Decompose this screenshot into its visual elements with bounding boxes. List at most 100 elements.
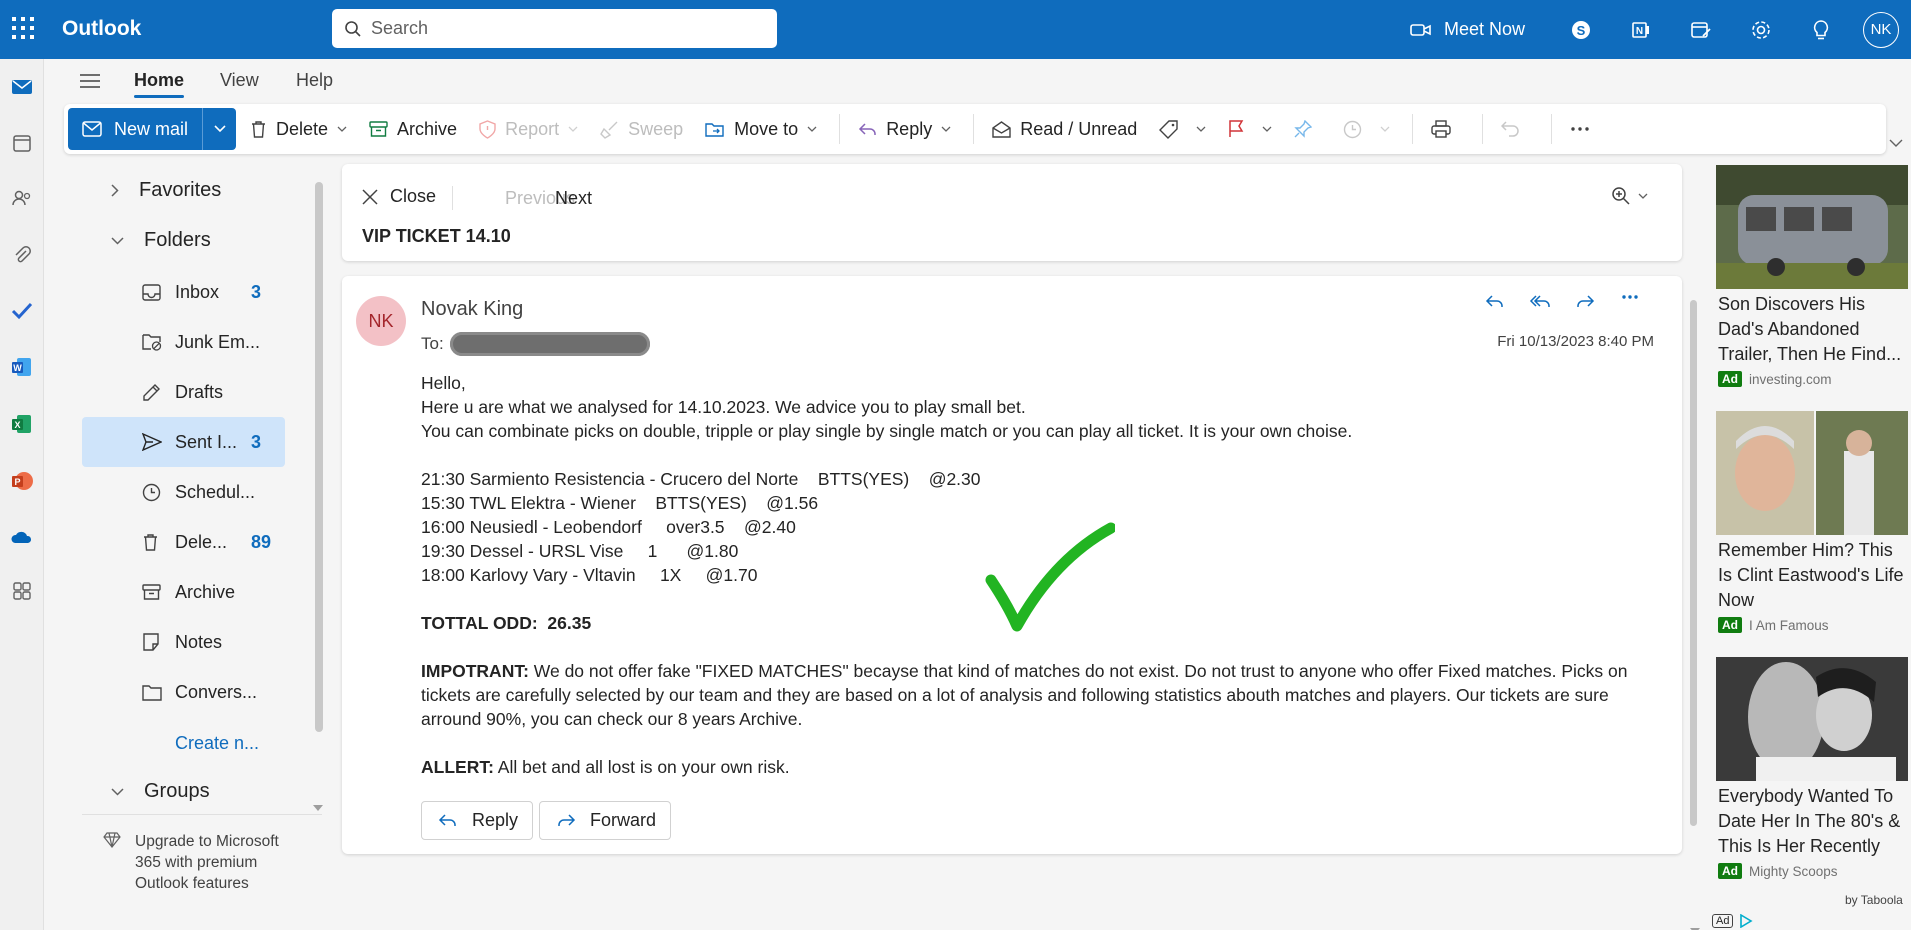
ad-card[interactable]: Everybody Wanted To Date Her In The 80's… — [1716, 657, 1908, 879]
search-input[interactable]: Search — [332, 9, 777, 48]
reply-footer-button[interactable]: Reply — [421, 801, 534, 840]
folder-deleted-items[interactable]: Dele... 89 — [82, 517, 285, 567]
favorites-label: Favorites — [139, 179, 222, 201]
ad-card[interactable]: Son Discovers His Dad's Abandoned Traile… — [1716, 165, 1908, 387]
envelope-icon — [82, 121, 102, 137]
chevron-down-icon — [337, 126, 347, 132]
collapse-ribbon-icon[interactable] — [1889, 133, 1903, 153]
new-mail-dropdown[interactable] — [202, 108, 236, 150]
chevron-down-icon — [1638, 193, 1648, 199]
skype-icon[interactable]: S — [1551, 0, 1611, 59]
lightbulb-icon[interactable] — [1791, 0, 1851, 59]
close-button[interactable]: Close — [362, 186, 436, 207]
attachment-icon[interactable] — [6, 239, 38, 271]
reply-all-icon[interactable] — [1517, 294, 1562, 309]
favorites-header[interactable]: Favorites — [82, 179, 221, 202]
more-options-icon[interactable] — [1570, 126, 1599, 132]
flag-button[interactable] — [1228, 120, 1272, 138]
teams-icon[interactable]: N — [1611, 0, 1671, 59]
forward-footer-button[interactable]: Forward — [539, 801, 672, 840]
snooze-button[interactable] — [1343, 120, 1390, 139]
powerpoint-icon[interactable]: P — [6, 465, 38, 497]
upgrade-banner[interactable]: Upgrade to Microsoft 365 with premium Ou… — [82, 814, 322, 894]
note-icon — [143, 633, 159, 651]
ad-choices[interactable]: Ad — [1712, 914, 1754, 928]
move-to-button[interactable]: Move to — [705, 119, 817, 140]
adchoices-icon — [1740, 914, 1754, 928]
report-button[interactable]: Report — [479, 119, 578, 140]
next-button[interactable]: Next — [555, 188, 592, 209]
tab-home[interactable]: Home — [134, 70, 185, 98]
groups-header[interactable]: Groups — [82, 780, 210, 803]
folders-header[interactable]: Folders — [82, 229, 211, 252]
meet-now-button[interactable]: Meet Now — [1410, 19, 1525, 40]
folder-junk[interactable]: Junk Em... — [82, 317, 285, 367]
important-label: IMPOTRANT: — [421, 661, 529, 681]
word-icon[interactable]: W — [6, 351, 38, 383]
folder-conversation-history[interactable]: Convers... — [82, 667, 285, 717]
folder-scheduled[interactable]: Schedul... — [82, 467, 285, 517]
print-button[interactable] — [1431, 120, 1460, 138]
sweep-button[interactable]: Sweep — [600, 119, 683, 140]
mail-icon[interactable] — [6, 71, 38, 103]
reply-button[interactable]: Reply — [858, 119, 951, 140]
archive-button[interactable]: Archive — [369, 119, 457, 140]
folder-label: Dele... — [175, 531, 228, 552]
calendar-icon[interactable] — [6, 127, 38, 159]
scroll-down-icon[interactable] — [313, 796, 323, 816]
excel-icon[interactable]: X — [6, 408, 38, 440]
shield-icon — [479, 119, 496, 139]
forward-icon[interactable] — [1562, 294, 1607, 309]
tag-icon — [1159, 119, 1178, 139]
message-scrollbar[interactable] — [1690, 300, 1697, 826]
top-bar: Outlook Search Meet Now S N NK — [0, 0, 1911, 59]
todo-icon[interactable] — [6, 295, 38, 327]
create-new-folder-link[interactable]: Create n... — [175, 733, 259, 754]
unread-count: 3 — [251, 431, 262, 452]
sender-name[interactable]: Novak King — [421, 298, 523, 321]
folder-notes[interactable]: Notes — [82, 617, 285, 667]
taboola-credit[interactable]: by Taboola — [1845, 893, 1903, 907]
sender-avatar[interactable]: NK — [356, 296, 406, 346]
folder-inbox[interactable]: Inbox 3 — [82, 267, 285, 317]
unread-count: 89 — [251, 531, 272, 552]
more-apps-icon[interactable] — [6, 575, 38, 607]
scroll-down-icon[interactable] — [1690, 919, 1700, 930]
ad-source: Ad Mighty Scoops — [1716, 863, 1908, 879]
svg-text:N: N — [1636, 26, 1643, 37]
account-avatar[interactable]: NK — [1863, 11, 1899, 48]
pin-button[interactable] — [1294, 120, 1321, 138]
folder-move-icon — [705, 122, 724, 137]
undo-button[interactable] — [1501, 120, 1529, 138]
app-rail: W X P — [0, 59, 44, 930]
folder-pane-scrollbar[interactable] — [315, 182, 323, 732]
pick-line: 21:30 Sarmiento Resistencia - Crucero de… — [421, 469, 981, 489]
zoom-button[interactable] — [1611, 186, 1648, 206]
clock-icon — [1344, 120, 1362, 138]
header-divider — [452, 186, 453, 210]
reply-icon[interactable] — [1472, 294, 1517, 309]
ad-card[interactable]: Remember Him? This Is Clint Eastwood's L… — [1716, 411, 1908, 633]
app-launcher-icon[interactable] — [12, 17, 34, 39]
search-icon — [345, 20, 361, 37]
folder-sent-items[interactable]: Sent I... 3 — [82, 417, 285, 467]
onedrive-icon[interactable] — [6, 521, 38, 553]
my-day-icon[interactable] — [1671, 0, 1731, 59]
read-unread-button[interactable]: Read / Unread — [992, 119, 1137, 140]
delete-button[interactable]: Delete — [250, 119, 347, 140]
folder-drafts[interactable]: Drafts — [82, 367, 285, 417]
chevron-down-icon — [1380, 126, 1390, 132]
people-icon[interactable] — [6, 182, 38, 214]
gear-icon[interactable] — [1731, 0, 1791, 59]
app-title[interactable]: Outlook — [62, 17, 141, 41]
folder-label: Schedul... — [175, 481, 256, 502]
delete-label: Delete — [276, 118, 329, 139]
to-label: To: — [421, 334, 444, 353]
tab-help[interactable]: Help — [296, 70, 333, 91]
hamburger-menu-icon[interactable] — [80, 73, 100, 94]
categorize-button[interactable] — [1159, 119, 1206, 139]
tab-view[interactable]: View — [220, 70, 259, 91]
more-actions-icon[interactable] — [1607, 294, 1652, 309]
folder-archive[interactable]: Archive — [82, 567, 285, 617]
new-mail-button[interactable]: New mail — [68, 108, 202, 150]
